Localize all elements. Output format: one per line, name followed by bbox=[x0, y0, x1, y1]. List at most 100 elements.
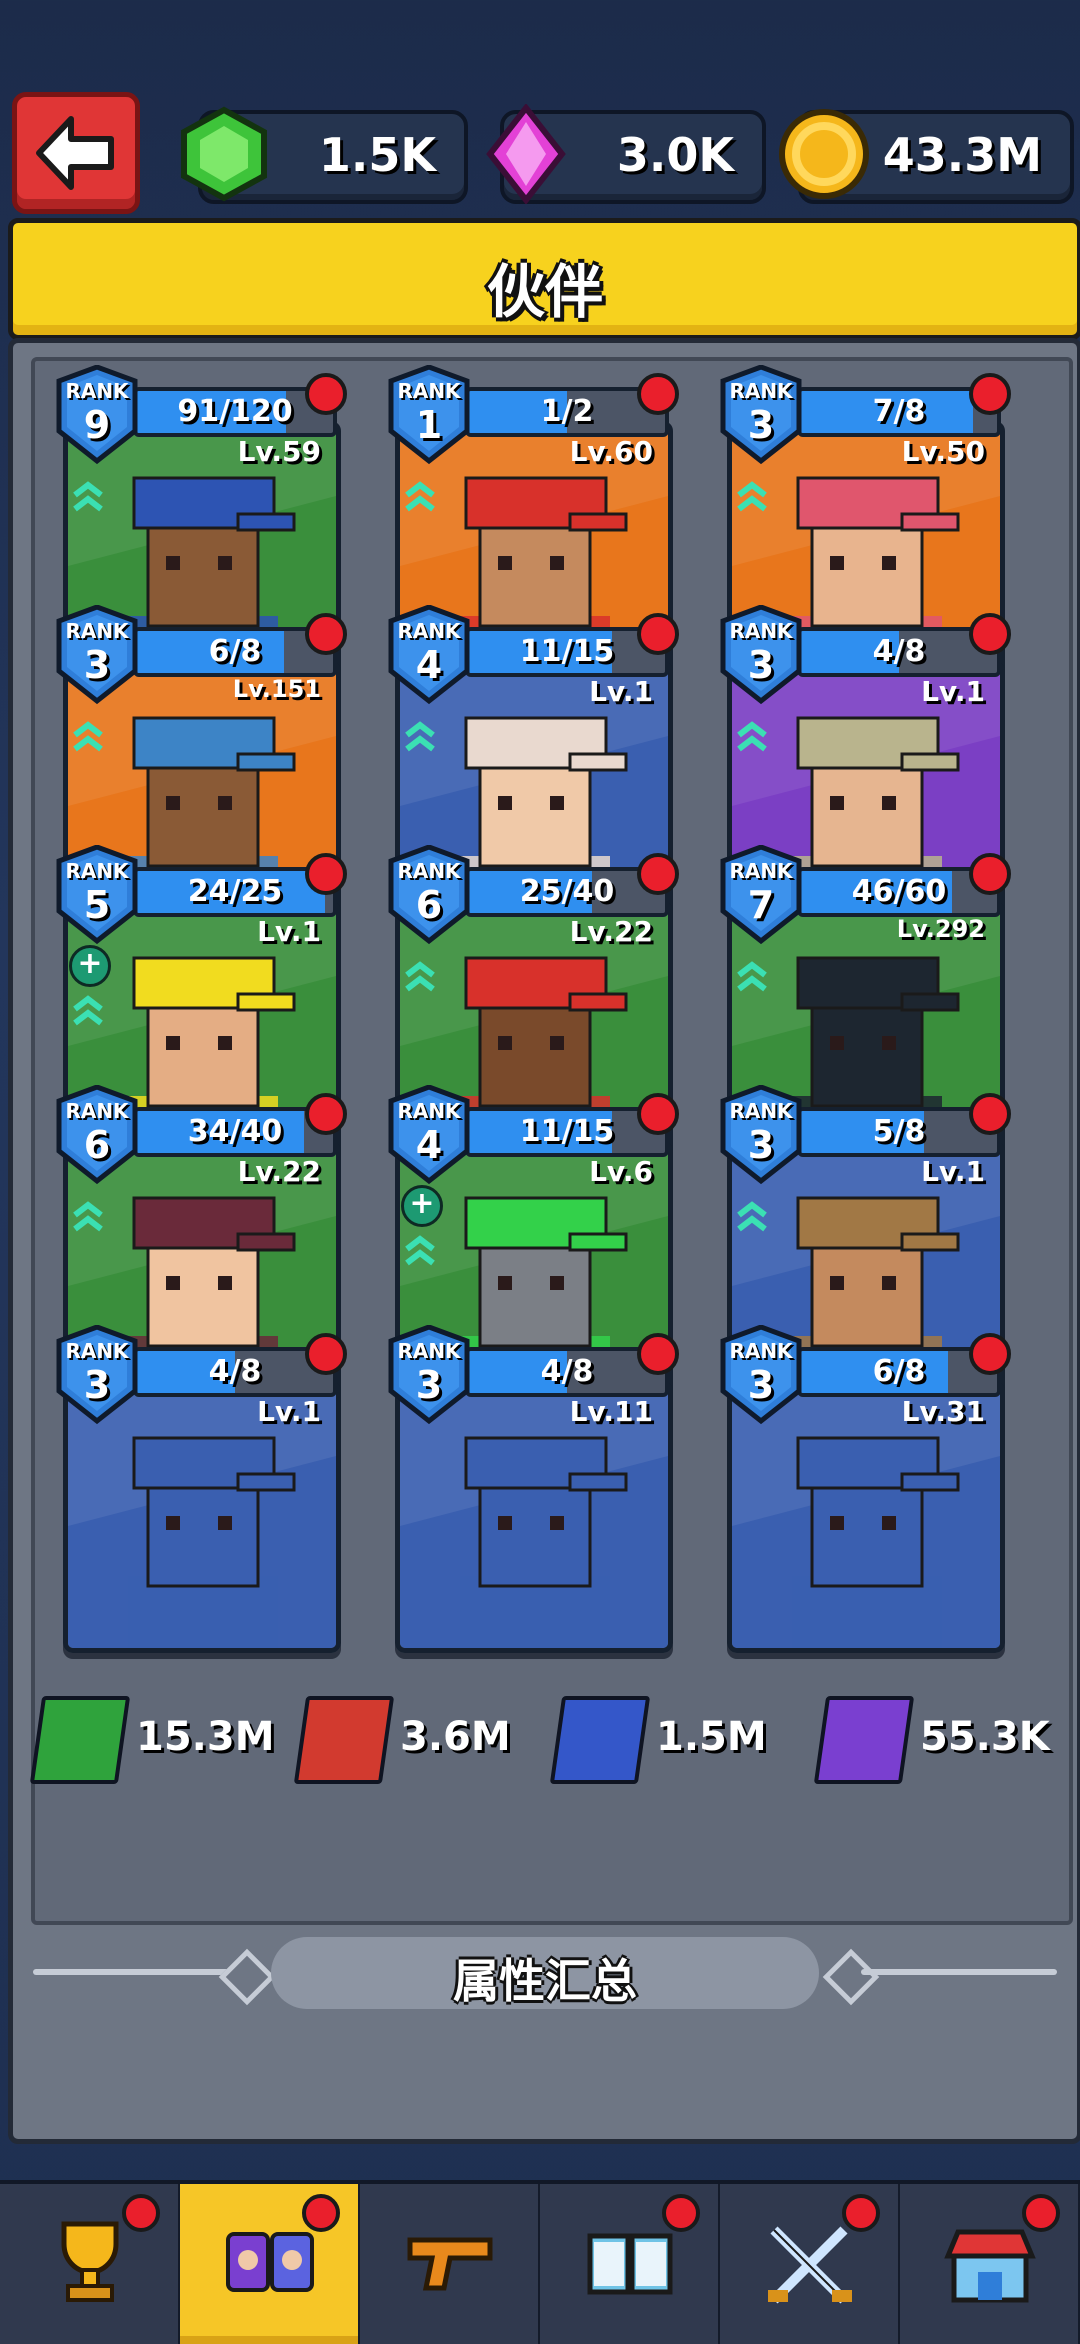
rank-label: RANK bbox=[397, 859, 461, 883]
stat-value: 55.3K bbox=[920, 1714, 1050, 1760]
crossed-swords-icon bbox=[768, 2226, 852, 2304]
rank-progress-text: 11/15 bbox=[519, 1114, 615, 1149]
partner-card-grid[interactable]: 91/120 RANK 9 Lv.59 警察 1/2 bbox=[31, 357, 1073, 1925]
stat-item: 3.6M bbox=[293, 1696, 540, 1786]
upgrade-chevron-icon bbox=[73, 995, 103, 1026]
rank-progress-text: 25/40 bbox=[519, 874, 615, 909]
back-button[interactable] bbox=[12, 92, 140, 214]
upgrade-chevron-icon bbox=[737, 1201, 767, 1232]
plus-icon: + bbox=[401, 1185, 443, 1227]
partners-cards-icon bbox=[226, 2232, 314, 2292]
level-label: Lv.1 bbox=[921, 1155, 985, 1188]
upgrade-chevron-icon bbox=[737, 961, 767, 992]
rank-progress-text: 24/25 bbox=[187, 874, 283, 909]
notification-dot-icon bbox=[637, 613, 679, 655]
rank-label: RANK bbox=[729, 1339, 793, 1363]
rank-progress-text: 7/8 bbox=[872, 394, 926, 429]
rank-progress-text: 6/8 bbox=[208, 634, 262, 669]
nav-tab-pistol[interactable] bbox=[360, 2184, 541, 2344]
notification-dot-icon bbox=[969, 1333, 1011, 1375]
notification-dot-icon bbox=[305, 1093, 347, 1135]
rank-progress-text: 4/8 bbox=[208, 1354, 262, 1389]
level-label: Lv.60 bbox=[569, 435, 653, 468]
upgrade-chevron-icon bbox=[405, 481, 435, 512]
partner-card[interactable]: 6/8 RANK 3 Lv.31 bbox=[719, 1325, 1011, 1653]
auto-rockets-icon bbox=[549, 1696, 651, 1784]
upgrade-chevron-icon bbox=[73, 1201, 103, 1232]
money-bag-icon bbox=[813, 1696, 915, 1784]
upgrade-chevron-icon bbox=[73, 481, 103, 512]
upgrade-chevron-icon bbox=[405, 721, 435, 752]
gold-coin-counter[interactable]: 43.3M bbox=[779, 109, 1074, 204]
level-label: Lv.59 bbox=[237, 435, 321, 468]
nav-tab-partners-cards[interactable] bbox=[180, 2184, 361, 2344]
partner-card[interactable]: 4/8 RANK 3 Lv.11 bbox=[387, 1325, 679, 1653]
nav-tab-crossed-swords[interactable] bbox=[720, 2184, 901, 2344]
stats-title: 属性汇总 bbox=[453, 1954, 637, 2008]
pink-crystal-counter[interactable]: 3.0K bbox=[486, 104, 766, 204]
stat-value: 1.5M bbox=[656, 1714, 767, 1760]
divider-line-left bbox=[33, 1969, 229, 1975]
rank-number: 6 bbox=[415, 883, 443, 927]
notification-dot-icon bbox=[637, 853, 679, 895]
rank-progress-text: 1/2 bbox=[540, 394, 594, 429]
level-label: Lv.6 bbox=[589, 1155, 653, 1188]
notification-dot-icon bbox=[842, 2194, 880, 2232]
notification-dot-icon bbox=[305, 853, 347, 895]
diamond-ornament-left bbox=[218, 1948, 276, 2006]
partner-card[interactable]: 4/8 RANK 3 Lv.1 bbox=[55, 1325, 347, 1653]
level-label: Lv.1 bbox=[257, 1395, 321, 1428]
level-label: Lv.151 bbox=[232, 675, 321, 703]
divider-line-right bbox=[861, 1969, 1057, 1975]
notification-dot-icon bbox=[969, 853, 1011, 895]
rank-progress-text: 4/8 bbox=[540, 1354, 594, 1389]
notification-dot-icon bbox=[305, 1333, 347, 1375]
rank-number: 6 bbox=[83, 1123, 111, 1167]
nav-tab-book[interactable] bbox=[540, 2184, 721, 2344]
notification-dot-icon bbox=[662, 2194, 700, 2232]
notification-dot-icon bbox=[637, 373, 679, 415]
rank-label: RANK bbox=[65, 1099, 129, 1123]
stats-summary-header: 属性汇总 bbox=[13, 1931, 1077, 2011]
top-bar: 1.5K 3.0K 43.3M bbox=[0, 0, 1080, 214]
stat-value: 15.3M bbox=[136, 1714, 275, 1760]
level-label: Lv.1 bbox=[589, 675, 653, 708]
green-gem-counter[interactable]: 1.5K bbox=[181, 106, 468, 204]
diamond-ornament-right bbox=[822, 1948, 880, 2006]
shop-icon bbox=[944, 2229, 1036, 2303]
rank-number: 3 bbox=[747, 643, 775, 687]
rank-number: 5 bbox=[83, 883, 111, 927]
rank-label: RANK bbox=[65, 379, 129, 403]
stat-item: 15.3M bbox=[29, 1696, 276, 1786]
pistol-icon bbox=[407, 2237, 493, 2291]
book-icon bbox=[587, 2233, 673, 2295]
rank-label: RANK bbox=[729, 859, 793, 883]
rank-progress-text: 11/15 bbox=[519, 634, 615, 669]
notification-dot-icon bbox=[637, 1333, 679, 1375]
bottom-navigation bbox=[0, 2180, 1080, 2344]
notification-dot-icon bbox=[969, 1093, 1011, 1135]
rank-number: 3 bbox=[83, 1363, 111, 1407]
pink-crystal-icon bbox=[486, 104, 566, 204]
rank-progress-text: 91/120 bbox=[177, 394, 293, 429]
upgrade-chevron-icon bbox=[405, 961, 435, 992]
rank-label: RANK bbox=[397, 1339, 461, 1363]
rank-label: RANK bbox=[397, 1099, 461, 1123]
plus-icon: + bbox=[69, 945, 111, 987]
rank-label: RANK bbox=[65, 1339, 129, 1363]
nav-tab-shop[interactable] bbox=[900, 2184, 1080, 2344]
level-label: Lv.31 bbox=[901, 1395, 985, 1428]
rank-progress-text: 5/8 bbox=[872, 1114, 926, 1149]
notification-dot-icon bbox=[1022, 2194, 1060, 2232]
upgrade-chevron-icon bbox=[73, 721, 103, 752]
nav-tab-trophy[interactable] bbox=[0, 2184, 181, 2344]
upgrade-chevron-icon bbox=[737, 481, 767, 512]
gold-coin-icon bbox=[779, 109, 869, 199]
rank-number: 4 bbox=[415, 643, 443, 687]
rank-progress-text: 6/8 bbox=[872, 1354, 926, 1389]
rank-label: RANK bbox=[729, 1099, 793, 1123]
level-label: Lv.1 bbox=[257, 915, 321, 948]
level-label: Lv.1 bbox=[921, 675, 985, 708]
rank-label: RANK bbox=[397, 619, 461, 643]
trophy-icon bbox=[61, 2221, 119, 2302]
